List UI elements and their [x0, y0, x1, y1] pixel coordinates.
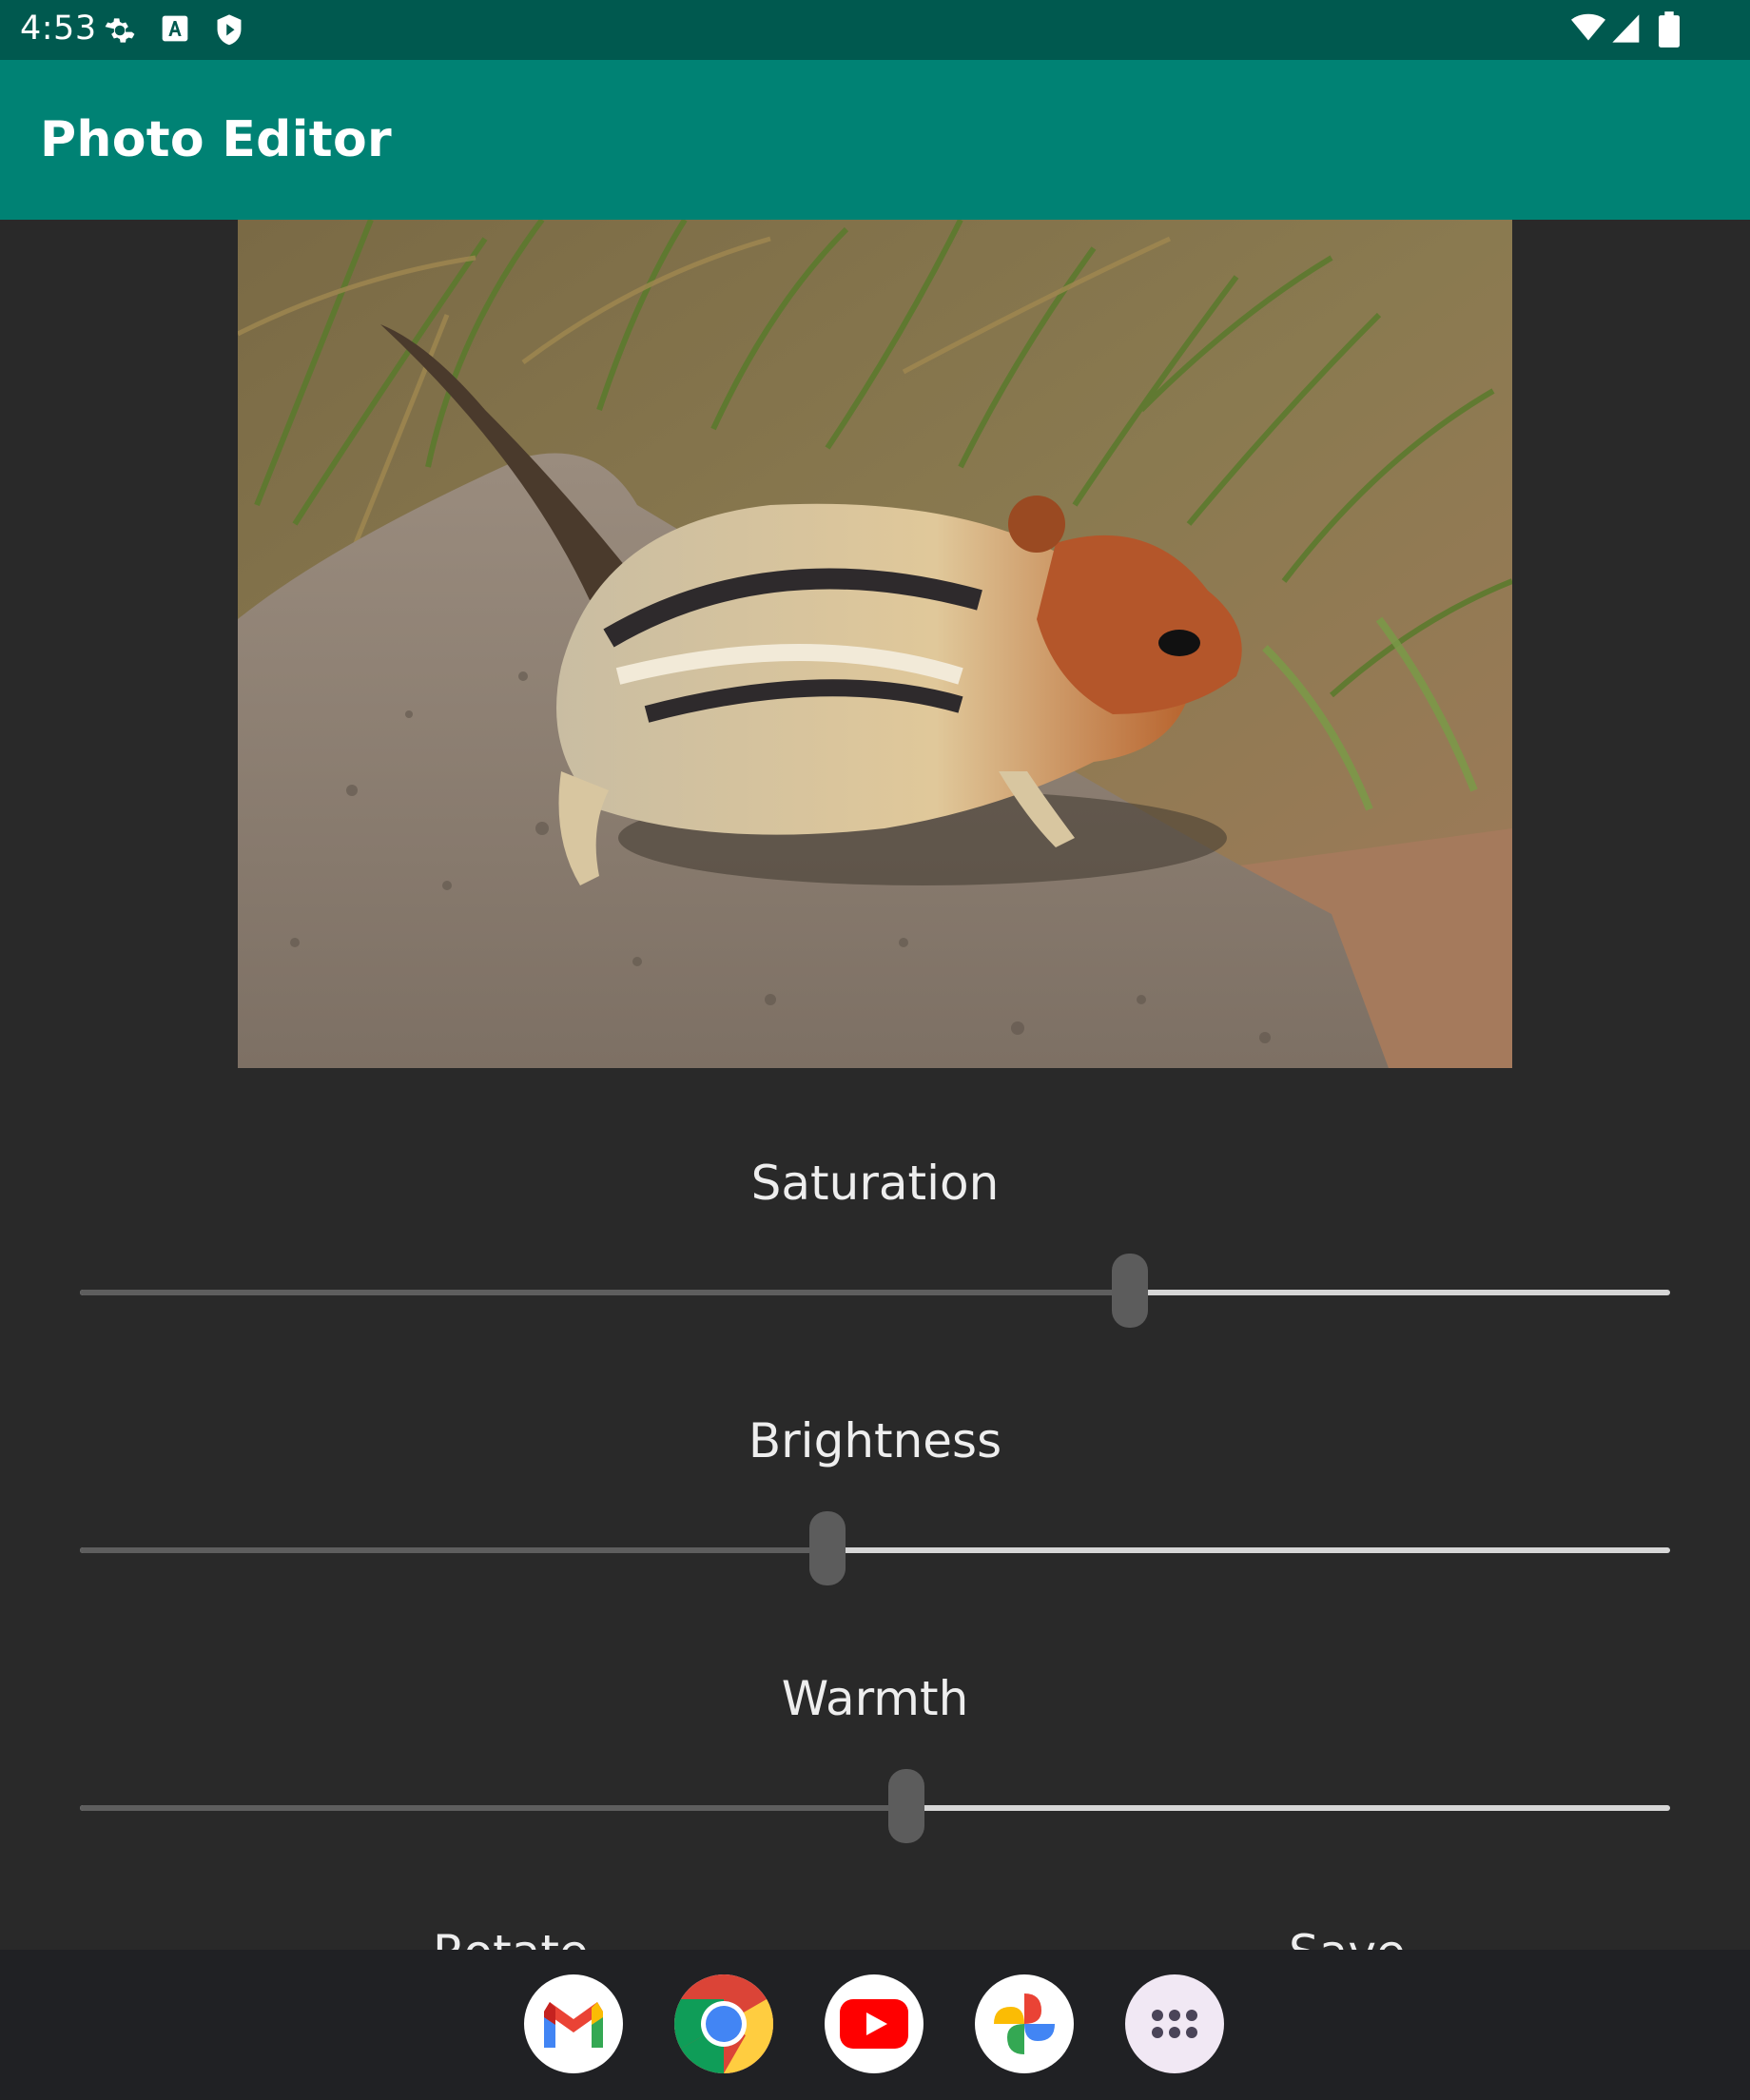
save-button-label: Save — [1289, 1925, 1406, 1950]
gmail-icon[interactable] — [524, 1974, 623, 2073]
warmth-slider[interactable] — [80, 1769, 1670, 1843]
photos-icon[interactable] — [975, 1974, 1074, 2073]
battery-icon — [1659, 11, 1680, 51]
warmth-thumb[interactable] — [888, 1769, 925, 1843]
brightness-label: Brightness — [748, 1413, 1002, 1468]
photo-preview — [238, 220, 1512, 1068]
saturation-thumb[interactable] — [1111, 1254, 1148, 1328]
page-title: Photo Editor — [40, 111, 392, 168]
warmth-fill — [80, 1805, 907, 1811]
font-a-icon — [160, 13, 190, 48]
status-bar: 4:53 — [0, 0, 1750, 60]
chrome-icon[interactable] — [674, 1974, 773, 2073]
app-bar: Photo Editor — [0, 60, 1750, 220]
saturation-fill — [80, 1290, 1130, 1295]
brightness-thumb[interactable] — [808, 1511, 846, 1585]
status-time: 4:53 — [20, 10, 97, 48]
saturation-label: Saturation — [750, 1156, 1000, 1211]
brightness-slider[interactable] — [80, 1511, 1670, 1585]
rotate-button[interactable]: Rotate — [433, 1925, 589, 1950]
brightness-fill — [80, 1547, 827, 1553]
cell-signal-icon — [1611, 13, 1642, 48]
warmth-label: Warmth — [781, 1671, 969, 1726]
app-drawer-icon[interactable] — [1125, 1974, 1224, 2073]
rotate-button-label: Rotate — [433, 1925, 589, 1950]
youtube-icon[interactable] — [825, 1974, 924, 2073]
save-button[interactable]: Save — [1289, 1925, 1406, 1950]
gear-icon — [103, 13, 137, 51]
app-dock — [0, 1950, 1750, 2100]
saturation-slider[interactable] — [80, 1254, 1670, 1328]
shield-icon — [213, 13, 245, 51]
wifi-icon — [1571, 13, 1605, 46]
